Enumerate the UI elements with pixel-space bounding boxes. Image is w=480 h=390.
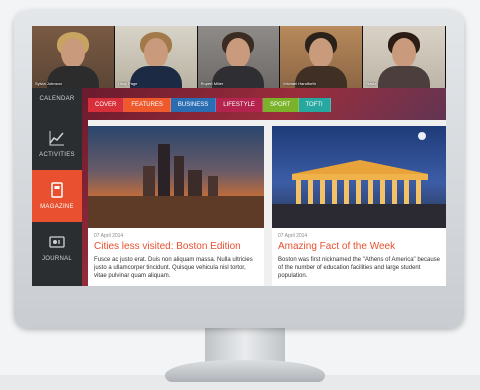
video-tile[interactable]: Lissy Page [114,26,198,88]
journal-icon [49,236,65,248]
article-date: 07 April 2014 [94,233,124,239]
tab-features[interactable]: FEATURES [124,98,171,112]
video-tile[interactable]: Rupert Miller [197,26,281,88]
tab-cover[interactable]: COVER [88,98,125,112]
article-excerpt: Boston was first nicknamed the "Athens o… [278,257,441,279]
participant-face [392,38,417,68]
participant-face [143,38,168,68]
article-date: 07 April 2014 [278,233,308,239]
monitor-base [165,360,325,382]
video-call-strip: Sylvia Johnson Lissy Page Rupert Miller … [32,26,446,88]
sidebar-item-activities[interactable]: ACTIVITIES [32,118,82,170]
tab-business[interactable]: BUSINESS [170,98,217,112]
participant-face [309,38,334,68]
video-tile[interactable]: Sylvia Johnson [32,26,115,88]
magazine-view: COVER FEATURES BUSINESS LIFESTYLE SPORT … [82,88,446,286]
sidebar-item-label: MAGAZINE [40,204,74,210]
participant-face [226,38,251,68]
participant-name: Michael Handforth [283,81,316,86]
magazine-icon [51,182,63,198]
participant-name: Nayla [366,81,377,86]
participant-name: Rupert Miller [200,81,224,86]
activity-chart-icon [49,131,64,146]
video-tile[interactable]: Michael Handforth [280,26,364,88]
sidebar-item-label: ACTIVITIES [39,152,75,158]
participant-name: Lissy Page [117,81,138,86]
sidebar-item-calendar[interactable]: CALENDAR [32,88,82,118]
article-excerpt: Fusce ac justo erat. Duis non aliquam ma… [94,257,253,279]
parthenon-image [272,126,446,228]
sidebar-item-journal[interactable]: JOURNAL [32,222,82,274]
sidebar-item-label: JOURNAL [41,256,73,262]
sidebar-item-magazine[interactable]: MAGAZINE [32,170,82,222]
article-title[interactable]: Amazing Fact of the Week [278,241,442,252]
participant-name: Sylvia Johnson [35,81,62,86]
tab-tofti[interactable]: TOFTI [298,98,331,112]
boston-skyline-image [88,126,264,228]
article-card[interactable]: 07 April 2014 Amazing Fact of the Week B… [272,126,446,286]
tab-sport[interactable]: SPORT [262,98,299,112]
app-sidebar: CALENDAR ACTIVITIES MAGAZINE JOURNAL [32,88,82,286]
monitor-screen: Sylvia Johnson Lissy Page Rupert Miller … [32,26,446,286]
sidebar-item-label: CALENDAR [39,96,75,102]
tab-lifestyle[interactable]: LIFESTYLE [216,98,263,112]
video-tile[interactable]: Nayla [363,26,446,88]
article-grid: 07 April 2014 Cities less visited: Bosto… [88,120,446,286]
participant-body [129,66,182,88]
participant-body [378,66,431,88]
article-card[interactable]: 07 April 2014 Cities less visited: Bosto… [88,126,264,286]
category-tabs: COVER FEATURES BUSINESS LIFESTYLE SPORT … [88,98,331,112]
article-title[interactable]: Cities less visited: Boston Edition [94,241,258,252]
participant-face [60,38,85,68]
